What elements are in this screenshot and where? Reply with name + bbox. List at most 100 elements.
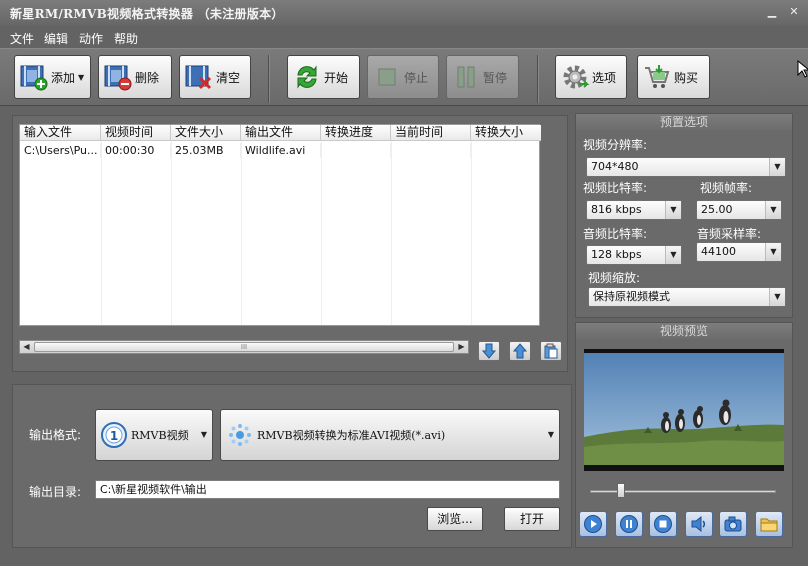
paste-button[interactable] bbox=[540, 341, 562, 361]
gear-icon bbox=[560, 62, 590, 92]
title-bar: 新星RM/RMVB视频格式转换器 （未注册版本） ▁ ✕ bbox=[0, 0, 808, 26]
volume-button[interactable] bbox=[685, 511, 713, 537]
preset-options-header: 预置选项 bbox=[576, 114, 792, 130]
stop-preview-button[interactable] bbox=[649, 511, 677, 537]
move-down-button[interactable] bbox=[478, 341, 500, 361]
audio-bitrate-label: 音频比特率: bbox=[583, 227, 648, 241]
file-table: 输入文件 视频时间 文件大小 输出文件 转换进度 当前时间 转换大小 C:\Us… bbox=[19, 124, 541, 326]
column-header-video-time[interactable]: 视频时间 bbox=[101, 125, 171, 141]
toolbar: 添加 ▼ 删除 清空 开始 停止 暂停 选项 购买 bbox=[0, 48, 808, 106]
refresh-icon bbox=[292, 62, 322, 92]
play-button[interactable] bbox=[579, 511, 607, 537]
close-button[interactable]: ✕ bbox=[788, 6, 800, 18]
chevron-down-icon: ▼ bbox=[765, 201, 781, 219]
delete-button[interactable]: 删除 bbox=[98, 55, 172, 99]
cell-file-size: 25.03MB bbox=[171, 143, 241, 158]
snapshot-button[interactable] bbox=[719, 511, 747, 537]
column-header-file-size[interactable]: 文件大小 bbox=[171, 125, 241, 141]
pause-preview-button[interactable] bbox=[615, 511, 643, 537]
move-up-button[interactable] bbox=[509, 341, 531, 361]
cell-output-file: Wildlife.avi bbox=[241, 143, 321, 158]
file-list-panel: 输入文件 视频时间 文件大小 输出文件 转换进度 当前时间 转换大小 C:\Us… bbox=[12, 115, 568, 372]
resolution-value: 704*480 bbox=[591, 160, 639, 173]
horizontal-scrollbar[interactable]: ◀ III ▶ bbox=[19, 340, 469, 354]
shopping-cart-icon bbox=[642, 62, 672, 92]
buy-button[interactable]: 购买 bbox=[637, 55, 710, 99]
audio-bitrate-select[interactable]: 128 kbps ▼ bbox=[586, 245, 682, 265]
column-header-current-time[interactable]: 当前时间 bbox=[391, 125, 471, 141]
film-clear-icon bbox=[184, 62, 214, 92]
menu-edit[interactable]: 编辑 bbox=[44, 30, 68, 47]
output-format-label: 输出格式: bbox=[29, 428, 82, 442]
pause-icon bbox=[451, 62, 481, 92]
speaker-icon bbox=[691, 515, 706, 533]
frame-rate-select[interactable]: 25.00 ▼ bbox=[696, 200, 782, 220]
stop-icon bbox=[372, 62, 402, 92]
scrollbar-thumb[interactable]: III bbox=[34, 342, 454, 352]
chevron-down-icon: ▼ bbox=[765, 243, 781, 261]
resolution-select[interactable]: 704*480 ▼ bbox=[586, 157, 786, 177]
delete-button-label: 删除 bbox=[135, 70, 160, 85]
output-dir-label: 输出目录: bbox=[29, 485, 82, 499]
play-icon bbox=[584, 515, 602, 533]
minimize-button[interactable]: ▁ bbox=[766, 6, 778, 18]
column-divider bbox=[321, 141, 322, 325]
add-button[interactable]: 添加 ▼ bbox=[14, 55, 91, 99]
column-divider bbox=[241, 141, 242, 325]
sample-rate-select[interactable]: 44100 ▼ bbox=[696, 242, 782, 262]
column-header-output-file[interactable]: 输出文件 bbox=[241, 125, 321, 141]
cell-video-time: 00:00:30 bbox=[101, 143, 171, 158]
output-dir-input[interactable]: C:\新星视频软件\输出 bbox=[95, 480, 560, 499]
column-header-progress[interactable]: 转换进度 bbox=[321, 125, 391, 141]
film-add-icon bbox=[19, 62, 49, 92]
open-folder-button[interactable] bbox=[755, 511, 783, 537]
film-remove-icon bbox=[103, 62, 133, 92]
audio-bitrate-value: 128 kbps bbox=[591, 248, 642, 261]
buy-button-label: 购买 bbox=[674, 70, 699, 85]
video-preview-panel: 视频预览 bbox=[575, 322, 793, 548]
clear-button[interactable]: 清空 bbox=[179, 55, 251, 99]
sample-rate-label: 音频采样率: bbox=[697, 227, 762, 241]
menu-file[interactable]: 文件 bbox=[10, 30, 34, 47]
column-divider bbox=[171, 141, 172, 325]
column-header-input-file[interactable]: 输入文件 bbox=[20, 125, 101, 141]
column-divider bbox=[471, 141, 472, 325]
clear-button-label: 清空 bbox=[216, 70, 241, 85]
frame-rate-label: 视频帧率: bbox=[700, 181, 753, 195]
options-button-label: 选项 bbox=[592, 70, 617, 85]
video-frame bbox=[584, 349, 784, 471]
pause-button[interactable]: 暂停 bbox=[446, 55, 519, 99]
cell-input-file: C:\Users\Pu... bbox=[20, 143, 101, 158]
format-detail-select[interactable]: RMVB视频转换为标准AVI视频(*.avi) ▼ bbox=[220, 409, 560, 461]
file-table-header: 输入文件 视频时间 文件大小 输出文件 转换进度 当前时间 转换大小 bbox=[20, 125, 541, 141]
cell-current-time bbox=[391, 143, 471, 158]
video-bitrate-value: 816 kbps bbox=[591, 203, 642, 216]
column-header-converted-size[interactable]: 转换大小 bbox=[471, 125, 541, 141]
start-button[interactable]: 开始 bbox=[287, 55, 360, 99]
toolbar-separator bbox=[268, 55, 270, 103]
scroll-left-icon[interactable]: ◀ bbox=[20, 341, 33, 353]
options-button[interactable]: 选项 bbox=[555, 55, 627, 99]
resolution-label: 视频分辨率: bbox=[583, 138, 648, 152]
window-title: 新星RM/RMVB视频格式转换器 （未注册版本） bbox=[10, 7, 284, 21]
seek-slider-thumb[interactable] bbox=[616, 483, 625, 498]
format-category-value: RMVB视频 bbox=[131, 429, 189, 442]
cell-converted-size bbox=[471, 143, 541, 158]
menu-action[interactable]: 动作 bbox=[79, 30, 103, 47]
video-bitrate-label: 视频比特率: bbox=[583, 181, 648, 195]
preset-options-panel: 预置选项 视频分辨率: 704*480 ▼ 视频比特率: 视频帧率: 816 k… bbox=[575, 113, 793, 318]
frame-rate-value: 25.00 bbox=[701, 203, 733, 216]
format-detail-value: RMVB视频转换为标准AVI视频(*.avi) bbox=[257, 429, 446, 442]
open-button[interactable]: 打开 bbox=[504, 507, 560, 531]
browse-button[interactable]: 浏览... bbox=[427, 507, 483, 531]
format-category-select[interactable]: 1 RMVB视频 ▼ bbox=[95, 409, 213, 461]
chevron-down-icon: ▼ bbox=[78, 72, 85, 82]
column-divider bbox=[391, 141, 392, 325]
svg-text:1: 1 bbox=[110, 429, 118, 443]
scale-select[interactable]: 保持原视频模式 ▼ bbox=[588, 287, 786, 307]
scroll-right-icon[interactable]: ▶ bbox=[455, 341, 468, 353]
arrow-down-icon bbox=[481, 343, 497, 359]
menu-help[interactable]: 帮助 bbox=[114, 30, 138, 47]
stop-button[interactable]: 停止 bbox=[367, 55, 439, 99]
video-bitrate-select[interactable]: 816 kbps ▼ bbox=[586, 200, 682, 220]
